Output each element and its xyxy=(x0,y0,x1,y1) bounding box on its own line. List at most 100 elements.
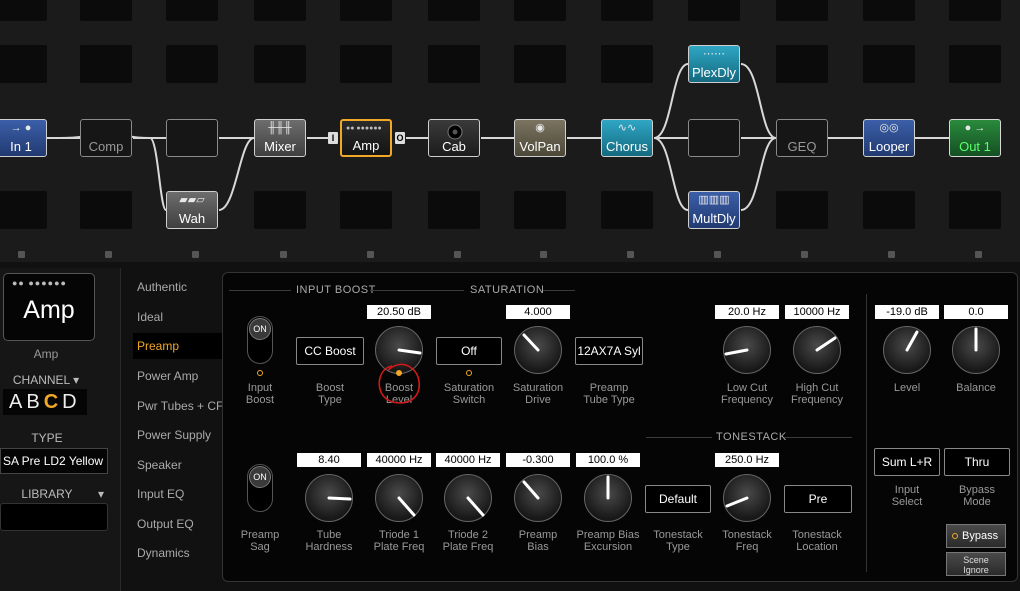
triode2-value[interactable]: 40000 Hz xyxy=(436,453,500,467)
block-geq[interactable]: GEQ xyxy=(776,119,828,157)
section-divider xyxy=(229,290,291,291)
balance-value[interactable]: 0.0 xyxy=(944,305,1008,319)
triode1-knob[interactable] xyxy=(375,474,423,522)
knob-pointer xyxy=(397,496,416,517)
bias-excursion-value[interactable]: 100.0 % xyxy=(576,453,640,467)
amp-block-icon[interactable]: ●● ●●●●●● Amp xyxy=(3,273,95,341)
nav-pwr-tubes-cf[interactable]: Pwr Tubes + CF xyxy=(137,399,223,413)
channel-selector[interactable]: ABCD xyxy=(3,389,87,415)
library-dropdown-icon[interactable]: ▾ xyxy=(94,487,108,501)
nav-preamp[interactable]: Preamp xyxy=(133,333,228,359)
nav-power-supply[interactable]: Power Supply xyxy=(137,428,211,442)
nav-authentic[interactable]: Authentic xyxy=(137,280,187,294)
block-in1[interactable]: → ● In 1 xyxy=(0,119,47,157)
nav-output-eq[interactable]: Output EQ xyxy=(137,517,194,531)
block-plexdly[interactable]: ⋯⋯ PlexDly xyxy=(688,45,740,83)
balance-knob[interactable] xyxy=(952,326,1000,374)
high-cut-label: High Cut Frequency xyxy=(791,382,843,406)
block-wah[interactable]: ▰▰▱ Wah xyxy=(166,191,218,229)
nav-power-amp[interactable]: Power Amp xyxy=(137,369,198,383)
block-label: Comp xyxy=(88,139,124,154)
nav-dynamics[interactable]: Dynamics xyxy=(137,546,190,560)
input-boost-toggle[interactable]: ON xyxy=(247,316,273,364)
tonestack-location-select[interactable]: Pre xyxy=(784,485,852,513)
nav-ideal[interactable]: Ideal xyxy=(137,310,163,324)
knob-pointer xyxy=(327,496,352,501)
tonestack-type-select[interactable]: Default xyxy=(645,485,711,513)
channel-d[interactable]: D xyxy=(62,391,80,413)
triode1-label: Triode 1 Plate Freq xyxy=(373,529,425,553)
block-comp[interactable]: Comp xyxy=(80,119,132,157)
block-looper[interactable]: ◎◎ Looper xyxy=(863,119,915,157)
knob-pointer xyxy=(397,348,422,355)
boost-level-value[interactable]: 20.50 dB xyxy=(367,305,431,319)
block-empty-slot[interactable] xyxy=(166,119,218,157)
tonestack-freq-value[interactable]: 250.0 Hz xyxy=(715,453,779,467)
saturation-switch-led xyxy=(466,370,472,376)
boost-type-select[interactable]: CC Boost xyxy=(296,337,364,365)
triode2-knob[interactable] xyxy=(444,474,492,522)
preamp-bias-value[interactable]: -0.300 xyxy=(506,453,570,467)
channel-c[interactable]: C xyxy=(44,391,62,413)
block-cab[interactable]: Cab xyxy=(428,119,480,157)
level-knob[interactable] xyxy=(883,326,931,374)
section-input-boost: INPUT BOOST xyxy=(296,284,376,296)
saturation-drive-value[interactable]: 4.000 xyxy=(506,305,570,319)
bias-excursion-knob[interactable] xyxy=(584,474,632,522)
knob-pointer xyxy=(522,480,540,500)
input-icon: → ● xyxy=(10,122,32,134)
block-label: Chorus xyxy=(606,139,648,154)
level-value[interactable]: -19.0 dB xyxy=(875,305,939,319)
low-cut-knob[interactable] xyxy=(723,326,771,374)
block-empty-slot[interactable] xyxy=(688,119,740,157)
tonestack-freq-label: Tonestack Freq xyxy=(722,529,772,553)
bypass-led xyxy=(952,533,958,539)
input-select-dropdown[interactable]: Sum L+R xyxy=(874,448,940,476)
nav-speaker[interactable]: Speaker xyxy=(137,458,182,472)
channel-a[interactable]: A xyxy=(9,391,26,413)
saturation-drive-knob[interactable] xyxy=(514,326,562,374)
boost-level-knob[interactable] xyxy=(375,326,423,374)
block-amp[interactable]: ●● ●●●●●● Amp xyxy=(340,119,392,157)
section-divider xyxy=(370,290,464,291)
triode1-value[interactable]: 40000 Hz xyxy=(367,453,431,467)
block-multdly[interactable]: ▥▥▥ MultDly xyxy=(688,191,740,229)
amp-caption: Amp xyxy=(33,347,59,361)
saturation-switch-label: Saturation Switch xyxy=(443,382,495,406)
tube-hardness-value[interactable]: 8.40 xyxy=(297,453,361,467)
tube-hardness-knob[interactable] xyxy=(305,474,353,522)
saturation-switch-select[interactable]: Off xyxy=(436,337,502,365)
block-chorus[interactable]: ∿∿ Chorus xyxy=(601,119,653,157)
high-cut-value[interactable]: 10000 Hz xyxy=(785,305,849,319)
knob-pointer xyxy=(522,333,540,352)
preamp-tube-type-select[interactable]: 12AX7A Syl xyxy=(575,337,643,365)
amp-type-select[interactable]: SA Pre LD2 Yellow xyxy=(0,448,108,474)
tonestack-freq-knob[interactable] xyxy=(723,474,771,522)
triode2-label: Triode 2 Plate Freq xyxy=(442,529,494,553)
high-cut-knob[interactable] xyxy=(793,326,841,374)
library-select[interactable] xyxy=(0,503,108,531)
block-mixer[interactable]: ╫╫╫ Mixer xyxy=(254,119,306,157)
tonestack-type-label: Tonestack Type xyxy=(653,529,703,553)
scene-ignore-line1: Scene xyxy=(963,555,989,565)
mixer-faders-icon: ╫╫╫ xyxy=(268,122,292,134)
low-cut-value[interactable]: 20.0 Hz xyxy=(715,305,779,319)
bypass-mode-dropdown[interactable]: Thru xyxy=(944,448,1010,476)
preamp-sag-toggle[interactable]: ON xyxy=(247,464,273,512)
block-out1[interactable]: ● → Out 1 xyxy=(949,119,1001,157)
scene-ignore-button[interactable]: Scene Ignore xyxy=(946,552,1006,576)
channel-label[interactable]: CHANNEL ▾ xyxy=(3,373,89,387)
toggle-knob: ON xyxy=(249,466,271,488)
channel-b[interactable]: B xyxy=(26,391,43,413)
scene-ignore-line2: Ignore xyxy=(963,565,989,575)
block-label: Mixer xyxy=(264,139,296,154)
wave-icon: ∿∿ xyxy=(617,122,637,134)
amp-page-nav: Authentic Ideal Preamp Power Amp Pwr Tub… xyxy=(120,268,228,591)
bypass-button-label: Bypass xyxy=(962,530,999,542)
nav-input-eq[interactable]: Input EQ xyxy=(137,487,184,501)
preamp-bias-knob[interactable] xyxy=(514,474,562,522)
preamp-sag-label: Preamp Sag xyxy=(240,529,280,553)
block-volpan[interactable]: ◉ VolPan xyxy=(514,119,566,157)
bypass-button[interactable]: Bypass xyxy=(946,524,1006,548)
input-select-label: Input Select xyxy=(891,484,923,508)
